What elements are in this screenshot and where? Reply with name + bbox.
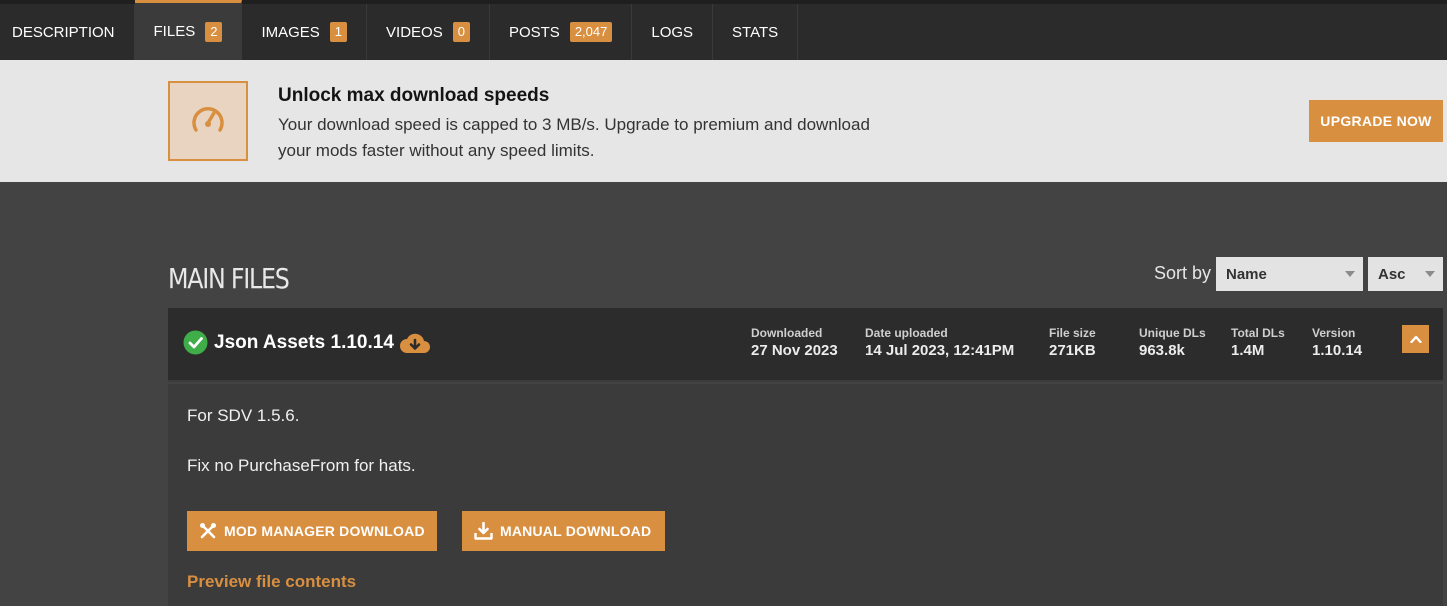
stat-value: 1.4M: [1231, 342, 1265, 359]
stat-label: File size: [1049, 326, 1096, 340]
stat-version: Version 1.10.14: [1312, 326, 1362, 360]
tab-description[interactable]: DESCRIPTION: [0, 4, 135, 60]
tab-files[interactable]: FILES 2: [134, 0, 243, 60]
stat-label: Unique DLs: [1139, 326, 1206, 340]
check-circle-icon: [183, 330, 208, 360]
button-label: MANUAL DOWNLOAD: [500, 523, 652, 539]
chevron-up-icon: [1409, 335, 1422, 343]
mod-manager-download-button[interactable]: MOD MANAGER DOWNLOAD: [187, 511, 437, 551]
stat-total-dls: Total DLs 1.4M: [1231, 326, 1285, 360]
count-badge: 1: [329, 22, 348, 42]
tab-label: IMAGES: [261, 23, 320, 41]
tab-posts[interactable]: POSTS 2,047: [490, 4, 633, 60]
manual-download-button[interactable]: MANUAL DOWNLOAD: [462, 511, 665, 551]
tab-label: POSTS: [508, 23, 560, 41]
file-details: For SDV 1.5.6. Fix no PurchaseFrom for h…: [168, 384, 1443, 606]
tab-label: STATS: [732, 23, 779, 41]
stat-unique-dls: Unique DLs 963.8k: [1139, 326, 1206, 360]
tab-bar: DESCRIPTION FILES 2 IMAGES 1 VIDEOS 0 PO…: [0, 0, 1447, 60]
file-header[interactable]: Json Assets 1.10.14 Downloaded 27 Nov 20…: [168, 308, 1443, 382]
file-name: Json Assets 1.10.14: [214, 332, 394, 353]
file-description-line: For SDV 1.5.6.: [187, 406, 300, 425]
stat-value: 271KB: [1049, 342, 1096, 359]
file-description-line: Fix no PurchaseFrom for hats.: [187, 456, 416, 475]
tools-icon: [200, 523, 216, 539]
stat-value: 27 Nov 2023: [751, 342, 838, 359]
count-badge: 2,047: [569, 22, 613, 42]
sort-order-value: Asc: [1378, 265, 1406, 283]
promo-text: Your download speed is capped to 3 MB/s.…: [278, 112, 918, 164]
download-icon: [474, 522, 493, 540]
chevron-down-icon: [1425, 271, 1435, 277]
sort-field-select[interactable]: Name: [1216, 257, 1363, 291]
stat-label: Downloaded: [751, 326, 823, 340]
tab-label: LOGS: [651, 23, 694, 41]
tab-videos[interactable]: VIDEOS 0: [367, 4, 490, 60]
stat-label: Date uploaded: [865, 326, 948, 340]
sort-order-select[interactable]: Asc: [1368, 257, 1443, 291]
promo-text-line: Your download speed is capped to 3 MB/s.…: [278, 115, 870, 134]
cloud-download-icon[interactable]: [399, 332, 431, 359]
stat-label: Version: [1312, 326, 1356, 340]
tab-images[interactable]: IMAGES 1: [242, 4, 368, 60]
preview-file-contents-link[interactable]: Preview file contents: [187, 572, 356, 592]
stat-downloaded: Downloaded 27 Nov 2023: [751, 326, 838, 360]
count-badge: 0: [452, 22, 470, 42]
stat-date-uploaded: Date uploaded 14 Jul 2023, 12:41PM: [865, 326, 1014, 360]
stat-value: 1.10.14: [1312, 342, 1363, 359]
collapse-button[interactable]: [1402, 325, 1429, 353]
tab-stats[interactable]: STATS: [713, 4, 799, 60]
count-badge: 2: [205, 21, 223, 42]
sort-label: Sort by: [1154, 263, 1212, 283]
premium-promo-banner: Unlock max download speeds Your download…: [0, 60, 1447, 182]
tab-logs[interactable]: LOGS: [632, 4, 714, 60]
section-title: MAIN FILES: [168, 262, 290, 295]
button-label: MOD MANAGER DOWNLOAD: [224, 523, 425, 539]
promo-text-line: your mods faster without any speed limit…: [278, 141, 595, 160]
stat-value: 963.8k: [1139, 342, 1185, 359]
speedometer-icon: [168, 81, 248, 161]
tab-label: FILES: [153, 23, 196, 40]
promo-title: Unlock max download speeds: [278, 85, 550, 106]
tab-label: DESCRIPTION: [12, 23, 115, 41]
stat-file-size: File size 271KB: [1049, 326, 1096, 360]
stat-value: 14 Jul 2023, 12:41PM: [865, 342, 1015, 359]
upgrade-now-button[interactable]: UPGRADE NOW: [1309, 100, 1443, 142]
sort-field-value: Name: [1226, 265, 1267, 283]
stat-label: Total DLs: [1231, 326, 1285, 340]
chevron-down-icon: [1345, 271, 1355, 277]
tab-label: VIDEOS: [386, 23, 443, 41]
